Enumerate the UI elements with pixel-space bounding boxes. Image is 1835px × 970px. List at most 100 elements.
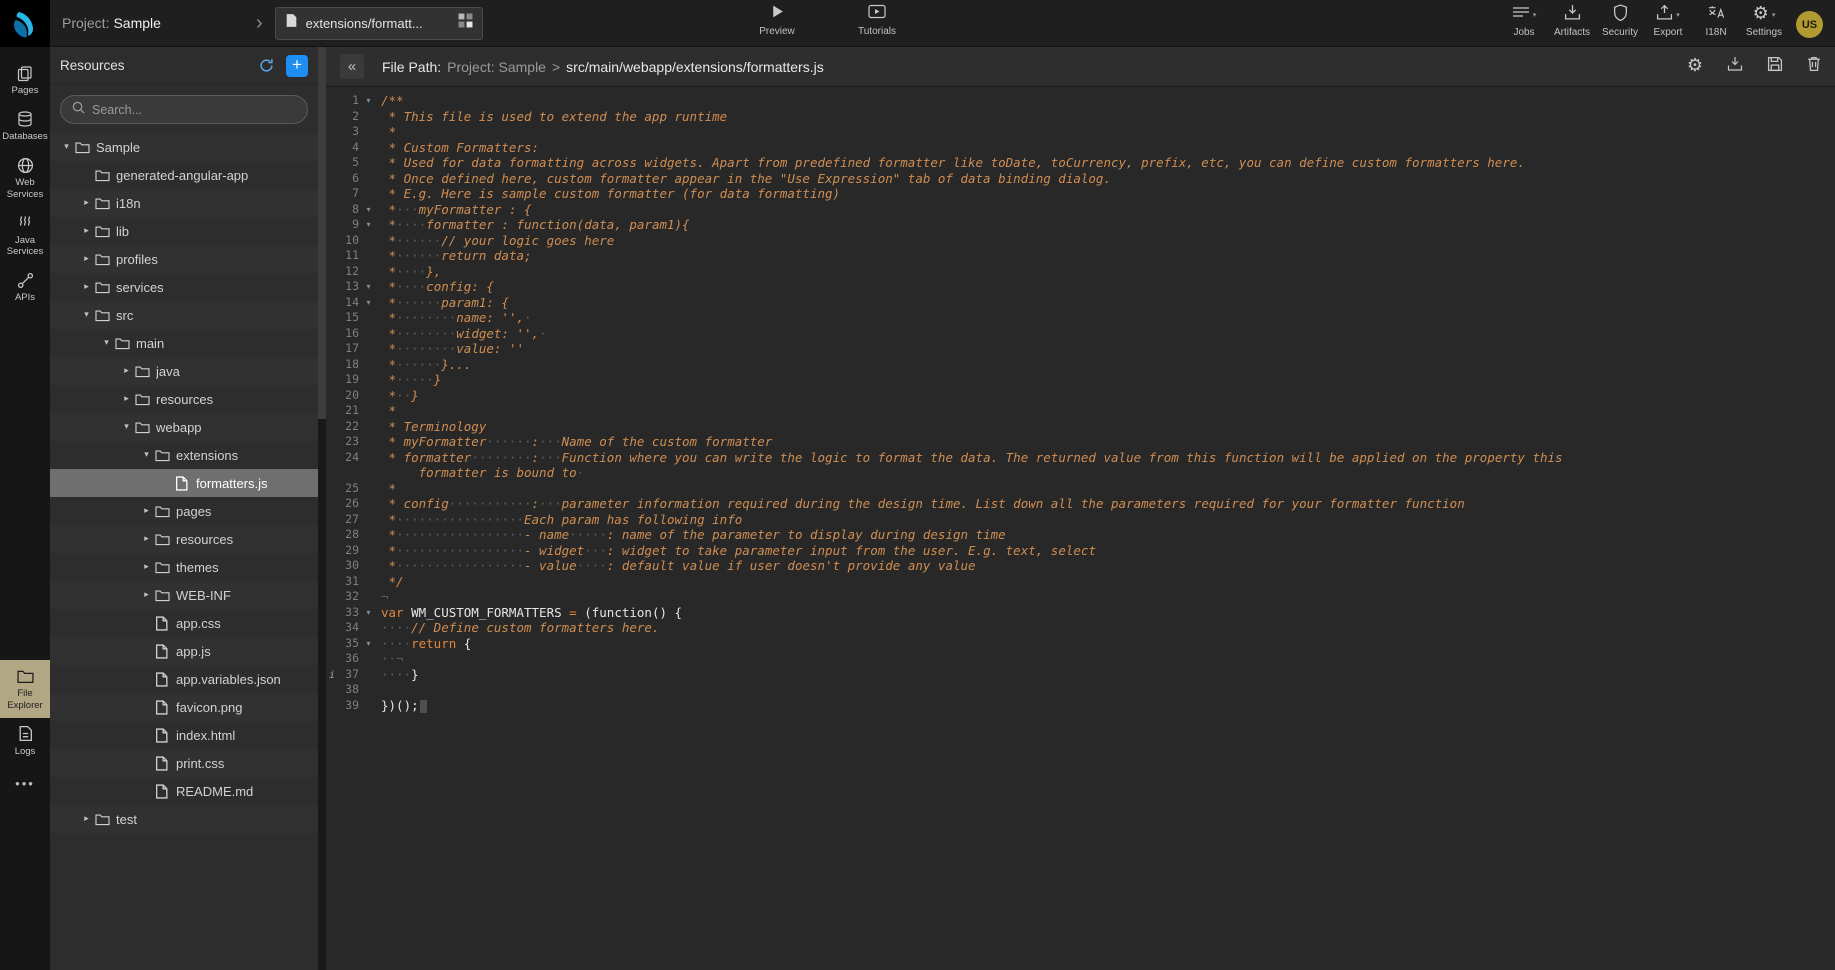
fold-toggle-icon[interactable]: ▾	[362, 295, 375, 311]
tree-item-readme-md[interactable]: README.md	[50, 777, 318, 805]
fold-toggle-icon[interactable]: ▾	[362, 636, 375, 652]
topbar-item-export[interactable]: ▾Export	[1646, 6, 1690, 38]
code-line[interactable]: 36··¬	[326, 651, 1835, 667]
rail-item-web-services[interactable]: Web Services	[0, 149, 50, 206]
chevron-right-icon[interactable]: ›	[256, 12, 263, 35]
topbar-item-tutorials[interactable]: Tutorials	[855, 5, 899, 37]
code-editor[interactable]: 1▾/**2 * This file is used to extend the…	[326, 87, 1835, 970]
tree-caret-icon[interactable]: ▾	[78, 310, 95, 320]
tree-scrollbar[interactable]	[318, 47, 326, 970]
code-line[interactable]: 4 * Custom Formatters:	[326, 140, 1835, 156]
code-line[interactable]: 7 * E.g. Here is sample custom formatter…	[326, 186, 1835, 202]
code-line[interactable]: formatter is bound to·	[326, 465, 1835, 481]
rail-item-apis[interactable]: APIs	[0, 264, 50, 310]
tree-item-java[interactable]: ▸java	[50, 357, 318, 385]
tree-item-lib[interactable]: ▸lib	[50, 217, 318, 245]
tree-item-i18n[interactable]: ▸i18n	[50, 189, 318, 217]
rail-item-databases[interactable]: Databases	[0, 103, 50, 149]
code-line[interactable]: 3 *	[326, 124, 1835, 140]
tree-item-app-css[interactable]: app.css	[50, 609, 318, 637]
code-line[interactable]: 23 * myFormatter······:···Name of the cu…	[326, 434, 1835, 450]
tree-caret-icon[interactable]: ▸	[138, 506, 155, 516]
tree-item-generated-angular-app[interactable]: generated-angular-app	[50, 161, 318, 189]
open-file-tab[interactable]: extensions/formatt...	[275, 7, 483, 40]
code-line[interactable]: 13▾ *····config: {	[326, 279, 1835, 295]
rail-item-java-services[interactable]: Java Services	[0, 207, 50, 264]
code-line[interactable]: 18 *······}...	[326, 357, 1835, 373]
add-resource-button[interactable]: +	[286, 55, 308, 77]
tree-caret-icon[interactable]: ▸	[138, 534, 155, 544]
topbar-item-security[interactable]: Security	[1598, 6, 1642, 38]
code-line[interactable]: 31 */	[326, 574, 1835, 590]
tree-caret-icon[interactable]: ▸	[118, 394, 135, 404]
topbar-item-settings[interactable]: ⚙▾Settings	[1742, 6, 1786, 38]
code-line[interactable]: 24 * formatter········:···Function where…	[326, 450, 1835, 466]
tree-item-app-variables-json[interactable]: app.variables.json	[50, 665, 318, 693]
code-line[interactable]: 16 *········widget: '',·	[326, 326, 1835, 342]
settings-button[interactable]: ⚙	[1687, 57, 1703, 76]
code-line[interactable]: 28 *·················- name·····: name o…	[326, 527, 1835, 543]
tree-item-themes[interactable]: ▸themes	[50, 553, 318, 581]
tree-caret-icon[interactable]: ▾	[118, 422, 135, 432]
fold-toggle-icon[interactable]: ▾	[362, 279, 375, 295]
tree-item-resources[interactable]: ▸resources	[50, 385, 318, 413]
code-line[interactable]: 35▾····return {	[326, 636, 1835, 652]
code-line[interactable]: 30 *·················- value····: defaul…	[326, 558, 1835, 574]
tree-item-src[interactable]: ▾src	[50, 301, 318, 329]
tree-caret-icon[interactable]: ▾	[138, 450, 155, 460]
code-line[interactable]: 2 * This file is used to extend the app …	[326, 109, 1835, 125]
code-line[interactable]: 9▾ *····formatter : function(data, param…	[326, 217, 1835, 233]
tree-caret-icon[interactable]: ▸	[78, 198, 95, 208]
tree-caret-icon[interactable]: ▸	[78, 254, 95, 264]
code-line[interactable]: 11 *······return data;	[326, 248, 1835, 264]
tree-caret-icon[interactable]: ▸	[118, 366, 135, 376]
rail-item-logs[interactable]: Logs	[0, 718, 50, 764]
code-line[interactable]: 15 *········name: '',·	[326, 310, 1835, 326]
code-line[interactable]: 5 * Used for data formatting across widg…	[326, 155, 1835, 171]
tree-caret-icon[interactable]: ▾	[58, 142, 75, 152]
code-line[interactable]: 27 *·················Each param has foll…	[326, 512, 1835, 528]
rail-item-pages[interactable]: Pages	[0, 57, 50, 103]
code-line[interactable]: 6 * Once defined here, custom formatter …	[326, 171, 1835, 187]
code-line[interactable]: 21 *	[326, 403, 1835, 419]
code-line[interactable]: i37····}	[326, 667, 1835, 683]
grid-icon[interactable]	[458, 13, 473, 33]
fold-toggle-icon[interactable]: ▾	[362, 217, 375, 233]
tree-item-profiles[interactable]: ▸profiles	[50, 245, 318, 273]
collapse-panel-icon[interactable]: «	[340, 54, 364, 79]
wavemaker-logo-icon[interactable]	[0, 0, 50, 47]
rail-item-file-explorer[interactable]: File Explorer	[0, 660, 50, 717]
delete-button[interactable]	[1807, 56, 1821, 77]
code-line[interactable]: 32¬	[326, 589, 1835, 605]
topbar-item-jobs[interactable]: ▾Jobs	[1502, 6, 1546, 38]
code-line[interactable]: 8▾ *···myFormatter : {	[326, 202, 1835, 218]
tree-caret-icon[interactable]: ▸	[138, 590, 155, 600]
tree-item-pages[interactable]: ▸pages	[50, 497, 318, 525]
topbar-item-preview[interactable]: Preview	[755, 5, 799, 37]
code-line[interactable]: 10 *······// your logic goes here	[326, 233, 1835, 249]
tree-item-favicon-png[interactable]: favicon.png	[50, 693, 318, 721]
tree-caret-icon[interactable]: ▸	[78, 814, 95, 824]
topbar-item-i18n[interactable]: I18N	[1694, 6, 1738, 38]
tree-caret-icon[interactable]: ▸	[78, 282, 95, 292]
tree-caret-icon[interactable]: ▾	[98, 338, 115, 348]
tree-item-app-js[interactable]: app.js	[50, 637, 318, 665]
code-line[interactable]: 12 *····},	[326, 264, 1835, 280]
search-input[interactable]	[92, 103, 296, 117]
code-line[interactable]: 39})();	[326, 698, 1835, 714]
tree-item-resources[interactable]: ▸resources	[50, 525, 318, 553]
code-line[interactable]: 19 *·····}	[326, 372, 1835, 388]
tree-item-test[interactable]: ▸test	[50, 805, 318, 833]
tree-item-services[interactable]: ▸services	[50, 273, 318, 301]
code-line[interactable]: 20 *··}	[326, 388, 1835, 404]
tree-item-print-css[interactable]: print.css	[50, 749, 318, 777]
more-menu-icon[interactable]: •••	[15, 776, 35, 791]
code-line[interactable]: 14▾ *······param1: {	[326, 295, 1835, 311]
tree-item-sample[interactable]: ▾Sample	[50, 133, 318, 161]
fold-toggle-icon[interactable]: ▾	[362, 93, 375, 109]
user-avatar[interactable]: US	[1796, 11, 1823, 38]
tree-item-web-inf[interactable]: ▸WEB-INF	[50, 581, 318, 609]
refresh-icon[interactable]	[259, 58, 274, 73]
code-line[interactable]: 17 *········value: ''	[326, 341, 1835, 357]
tree-caret-icon[interactable]: ▸	[138, 562, 155, 572]
